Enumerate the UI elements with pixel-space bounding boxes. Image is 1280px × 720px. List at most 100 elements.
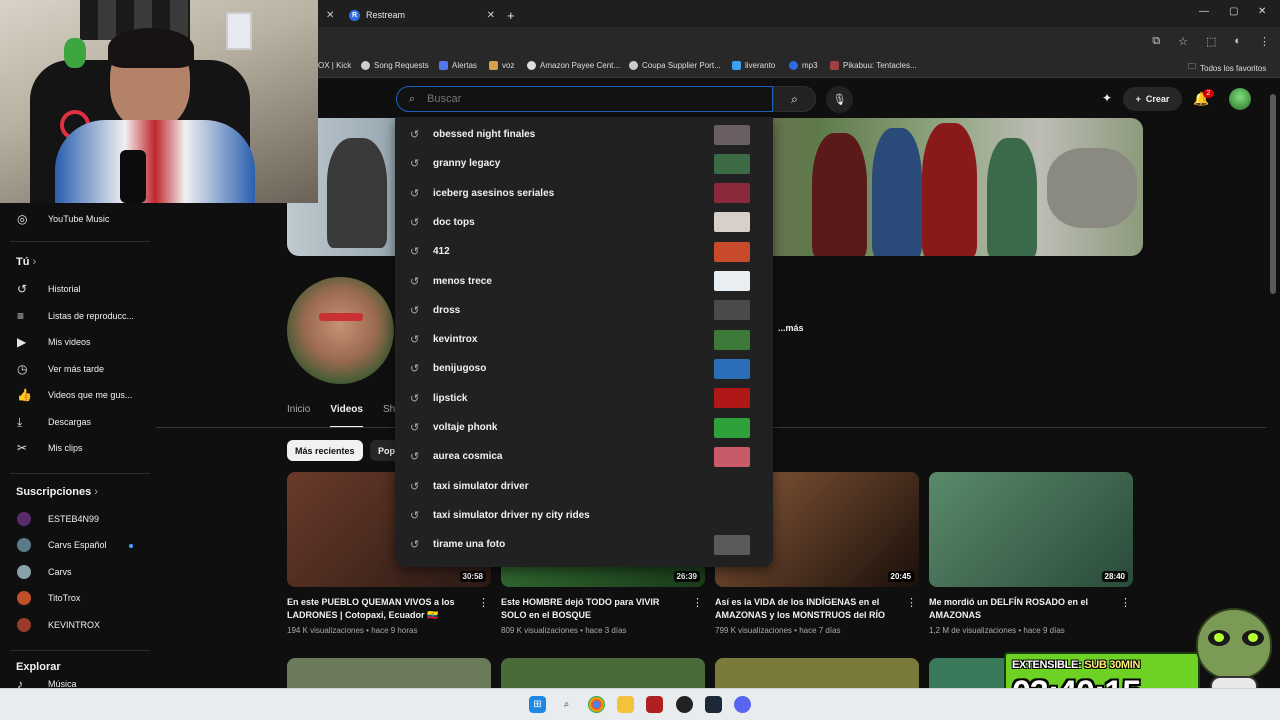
video-title[interactable]: Así es la VIDA de los INDÍGENAS en el AM… <box>715 596 900 621</box>
sidebar-you-heading[interactable]: Tú › <box>16 256 36 268</box>
video-thumbnail[interactable]: 28:40 <box>929 472 1133 587</box>
search-button[interactable]: ⌕ <box>773 86 816 112</box>
search-suggestion[interactable]: ↺ lipstick <box>395 384 773 413</box>
channel-avatar-icon <box>17 512 31 526</box>
search-suggestion[interactable]: ↺ obessed night finales <box>395 120 773 149</box>
search-suggestion[interactable]: ↺ granny legacy <box>395 149 773 178</box>
sidebar-item-youtube-music[interactable]: ◎ YouTube Music <box>0 206 156 232</box>
bookmark-liveranto[interactable]: liveranto <box>732 61 775 70</box>
obs-icon[interactable] <box>676 696 693 713</box>
page-scrollbar[interactable] <box>1270 90 1276 680</box>
bookmark-kick[interactable]: OX | Kick <box>318 61 351 70</box>
video-card[interactable]: 28:40 Me mordió un DELFÍN ROSADO en el A… <box>929 472 1133 635</box>
sidebar-item-mis-clips[interactable]: ✂ Mis clips <box>0 435 156 461</box>
sidebar-subscription[interactable]: ESTEB4N99 <box>0 506 156 532</box>
video-title[interactable]: Me mordió un DELFÍN ROSADO en el AMAZONA… <box>929 596 1114 621</box>
bookmark-alertas[interactable]: Alertas <box>439 61 477 70</box>
search-suggestion[interactable]: ↺ taxi simulator driver ny city rides <box>395 501 773 530</box>
playlist-icon: ≡ <box>17 309 25 323</box>
video-menu-icon[interactable]: ⋮ <box>692 596 703 609</box>
tab-videos[interactable]: Videos <box>330 404 363 428</box>
sidebar-item-playlists[interactable]: ≡ Listas de reproducc... <box>0 303 156 329</box>
search-suggestion[interactable]: ↺ iceberg asesinos seriales <box>395 179 773 208</box>
windows-start-icon[interactable]: ⊞ <box>529 696 546 713</box>
steam-icon[interactable] <box>705 696 722 713</box>
discord-icon[interactable] <box>734 696 751 713</box>
bookmark-star-icon[interactable]: ☆ <box>1178 35 1188 48</box>
maximize-icon[interactable]: ▢ <box>1229 6 1238 17</box>
video-thumbnail[interactable] <box>501 658 705 690</box>
video-thumbnail[interactable] <box>715 658 919 690</box>
search-icon[interactable]: ⌕ <box>558 696 575 713</box>
cast-screen-icon[interactable]: ⧉ <box>1152 35 1160 48</box>
search-suggestion[interactable]: ↺ taxi simulator driver <box>395 472 773 501</box>
search-suggestion[interactable]: ↺ tirame una foto <box>395 530 773 559</box>
suggestion-text: lipstick <box>433 392 468 404</box>
channel-avatar[interactable] <box>287 277 394 384</box>
voz-icon <box>489 61 498 70</box>
suggestion-thumbnail <box>714 534 750 555</box>
bookmark-pikabuu[interactable]: Pikabuu: Tentacles... <box>830 61 917 70</box>
suggestion-text: menos trece <box>433 275 492 287</box>
sidebar-item-descargas[interactable]: ⤓ Descargas <box>0 409 156 435</box>
close-tab-icon[interactable]: ✕ <box>487 10 495 21</box>
tab-shorts[interactable]: Sh <box>383 404 395 428</box>
search-box[interactable]: ⌕ <box>396 86 773 112</box>
video-menu-icon[interactable]: ⋮ <box>478 596 489 609</box>
sidebar-subscription[interactable]: Carvs <box>0 559 156 585</box>
search-suggestion[interactable]: ↺ aurea cosmica <box>395 442 773 471</box>
bookmark-song-requests[interactable]: Song Requests <box>361 61 429 70</box>
search-icon: ⌕ <box>791 91 798 106</box>
bookmark-coupa[interactable]: Coupa Supplier Port... <box>629 61 721 70</box>
close-tab-icon[interactable]: ✕ <box>326 10 334 21</box>
search-suggestion[interactable]: ↺ doc tops <box>395 208 773 237</box>
suggestion-text: voltaje phonk <box>433 422 498 433</box>
browser-tab-restream[interactable]: R Restream ✕ <box>349 3 495 27</box>
video-thumbnail[interactable] <box>287 658 491 690</box>
channel-avatar-icon <box>17 538 31 552</box>
new-tab-button[interactable]: + <box>507 3 515 27</box>
create-shorts-icon[interactable]: ✦ <box>1102 91 1112 105</box>
sidebar-item-historial[interactable]: ↺ Historial <box>0 276 156 302</box>
search-input[interactable] <box>427 93 747 105</box>
bookmark-mp3[interactable]: mp3 <box>789 61 818 70</box>
minimize-icon[interactable]: — <box>1199 6 1209 17</box>
video-title[interactable]: En este PUEBLO QUEMAN VIVOS a los LADRON… <box>287 596 472 621</box>
search-suggestion[interactable]: ↺ kevintrox <box>395 325 773 354</box>
all-bookmarks-folder[interactable]: 🗀 Todos los favoritos <box>1188 61 1266 75</box>
video-menu-icon[interactable]: ⋮ <box>906 596 917 609</box>
sidebar-subscription[interactable]: KEVINTROX <box>0 612 156 638</box>
account-avatar[interactable] <box>1229 88 1251 110</box>
sidebar-subscriptions-heading[interactable]: Suscripciones › <box>16 486 98 498</box>
file-explorer-icon[interactable] <box>617 696 634 713</box>
search-suggestion[interactable]: ↺ menos trece <box>395 267 773 296</box>
search-suggestion[interactable]: ↺ voltaje phonk <box>395 413 773 442</box>
tab-inicio[interactable]: Inicio <box>287 404 310 428</box>
bookmark-amazon[interactable]: Amazon Payee Cent... <box>527 61 620 70</box>
video-icon: ▶ <box>17 335 27 349</box>
search-suggestion[interactable]: ↺ benijugoso <box>395 354 773 383</box>
sidebar-item-liked-videos[interactable]: 👍 Videos que me gus... <box>0 382 156 408</box>
search-suggestion[interactable]: ↺ 412 <box>395 237 773 266</box>
browser-menu-icon[interactable]: ⋮ <box>1259 35 1270 48</box>
channel-description-more-link[interactable]: ...más <box>778 323 804 333</box>
search-suggestion[interactable]: ↺ dross <box>395 296 773 325</box>
extensions-icon[interactable]: ⬚ <box>1206 35 1216 48</box>
chrome-icon[interactable] <box>588 696 605 713</box>
sidebar-item-ver-mas-tarde[interactable]: ◷ Ver más tarde <box>0 356 156 382</box>
sidebar-item-mis-videos[interactable]: ▶ Mis videos <box>0 329 156 355</box>
channel-tabs: Inicio Videos Sh <box>287 404 395 428</box>
sidebar-subscription[interactable]: TitoTrox <box>0 585 156 611</box>
bookmark-voz[interactable]: voz <box>489 61 514 70</box>
video-menu-icon[interactable]: ⋮ <box>1120 596 1131 609</box>
history-icon: ↺ <box>410 422 420 434</box>
suggestion-thumbnail <box>714 358 750 379</box>
voice-search-button[interactable]: 🎙 <box>826 86 853 113</box>
chip-mas-recientes[interactable]: Más recientes <box>287 440 363 461</box>
video-title[interactable]: Este HOMBRE dejó TODO para VIVIR SOLO en… <box>501 596 686 621</box>
create-button[interactable]: + Crear <box>1123 87 1182 111</box>
close-window-icon[interactable]: ✕ <box>1258 6 1266 17</box>
browser-tab-1[interactable]: ✕ <box>318 3 334 27</box>
profile-icon[interactable]: ◐ <box>1234 35 1241 48</box>
app-icon[interactable] <box>646 696 663 713</box>
